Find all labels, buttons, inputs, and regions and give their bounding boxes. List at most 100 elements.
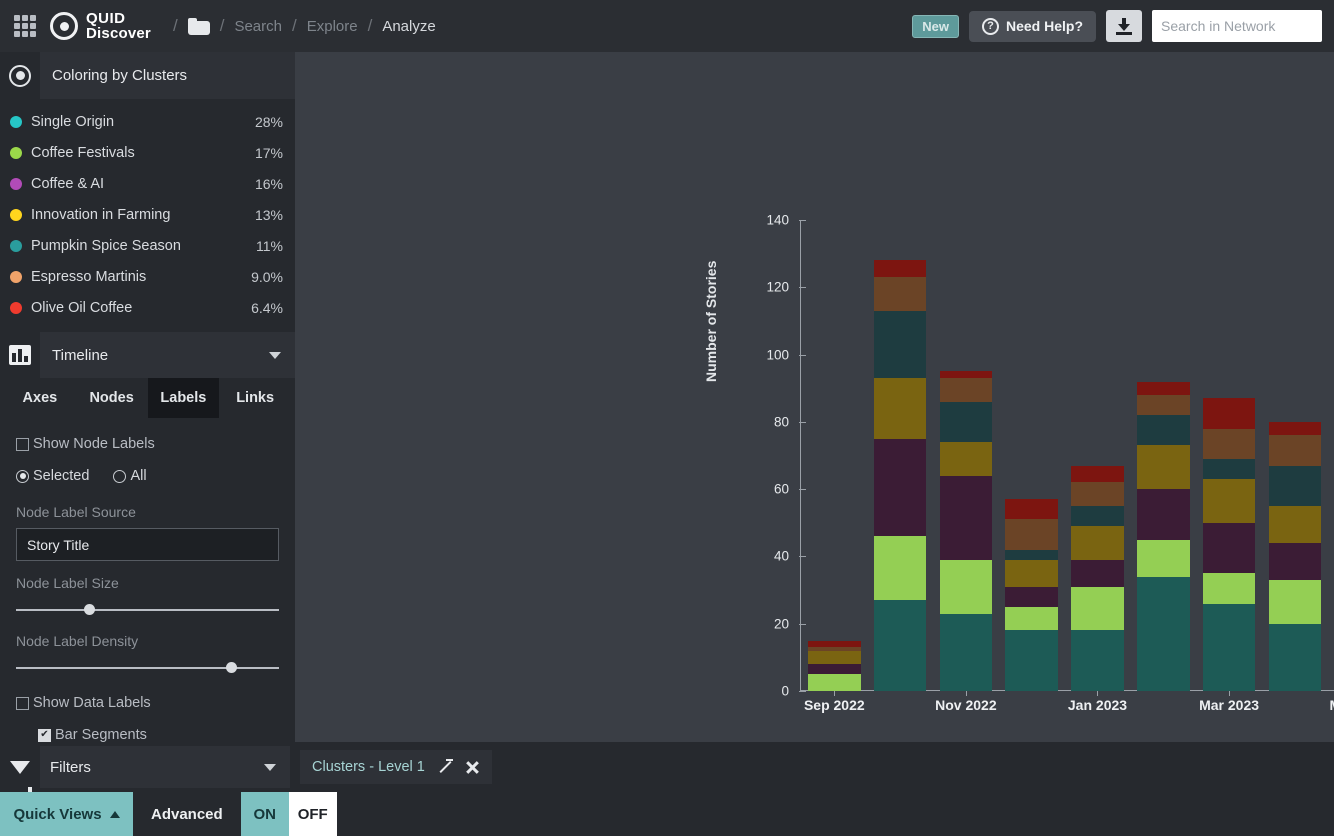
bar-segment[interactable]	[1071, 526, 1124, 560]
bar-column[interactable]	[1203, 398, 1256, 691]
bar-segment[interactable]	[1269, 422, 1322, 435]
bar-segment[interactable]	[1071, 482, 1124, 506]
bar-segment[interactable]	[1005, 560, 1058, 587]
bar-segment[interactable]	[874, 260, 927, 277]
bar-segment[interactable]	[874, 600, 927, 691]
toggle-on-button[interactable]: ON	[241, 792, 289, 836]
bar-segment[interactable]	[1269, 624, 1322, 691]
tab-axes[interactable]: Axes	[4, 378, 76, 418]
slider-knob[interactable]	[84, 604, 95, 615]
bar-column[interactable]	[1269, 422, 1322, 691]
bar-segments-checkbox[interactable]	[38, 729, 51, 742]
bar-segment[interactable]	[1005, 499, 1058, 519]
bar-segment[interactable]	[1071, 560, 1124, 587]
bar-column[interactable]	[808, 641, 861, 691]
view-selector[interactable]: Timeline	[0, 332, 295, 378]
show-node-labels-row[interactable]: Show Node Labels	[16, 436, 279, 452]
bar-segment[interactable]	[940, 402, 993, 442]
bar-segments-row[interactable]: Bar Segments	[38, 727, 279, 743]
filter-icon-button[interactable]	[0, 742, 40, 792]
bar-segment[interactable]	[1137, 445, 1190, 489]
node-label-source-input[interactable]	[16, 528, 279, 561]
bar-segment[interactable]	[1203, 429, 1256, 459]
bar-segment[interactable]	[1005, 630, 1058, 691]
breadcrumb-item-analyze[interactable]: Analyze	[382, 18, 435, 35]
bar-segment[interactable]	[1203, 459, 1256, 479]
show-data-labels-checkbox[interactable]	[16, 697, 29, 710]
bar-segment[interactable]	[808, 674, 861, 691]
legend-item[interactable]: Olive Oil Coffee6.4%	[0, 292, 295, 323]
quick-views-button[interactable]: Quick Views	[0, 792, 133, 836]
bar-segment[interactable]	[1269, 580, 1322, 624]
bar-segment[interactable]	[1269, 466, 1322, 506]
bar-segment[interactable]	[940, 476, 993, 560]
node-label-size-slider[interactable]	[16, 601, 279, 619]
quid-discover-logo[interactable]: QUID Discover	[50, 11, 151, 41]
bar-segment[interactable]	[1269, 435, 1322, 465]
clusters-chip[interactable]: Clusters - Level 1	[300, 750, 492, 784]
breadcrumb-item-explore[interactable]: Explore	[307, 18, 358, 35]
legend-item[interactable]: Innovation in Farming13%	[0, 199, 295, 230]
bar-segment[interactable]	[1203, 573, 1256, 603]
bar-segment[interactable]	[1203, 398, 1256, 428]
show-data-labels-row[interactable]: Show Data Labels	[16, 695, 279, 711]
bar-segment[interactable]	[1137, 382, 1190, 395]
tab-links[interactable]: Links	[219, 378, 291, 418]
bar-segment[interactable]	[874, 536, 927, 600]
breadcrumb-item-search[interactable]: Search	[234, 18, 282, 35]
bar-segment[interactable]	[1137, 540, 1190, 577]
chevron-down-icon[interactable]	[269, 352, 281, 359]
bar-segment[interactable]	[874, 277, 927, 311]
tab-nodes[interactable]: Nodes	[76, 378, 148, 418]
bar-segment[interactable]	[1005, 607, 1058, 631]
expand-icon[interactable]	[437, 759, 453, 775]
bar-segment[interactable]	[1203, 479, 1256, 523]
bar-column[interactable]	[1071, 466, 1124, 691]
folder-icon[interactable]	[188, 18, 210, 35]
advanced-button[interactable]: Advanced	[133, 792, 241, 836]
bar-segment[interactable]	[1269, 506, 1322, 543]
bar-segment[interactable]	[808, 641, 861, 648]
app-grid-icon[interactable]	[14, 15, 36, 37]
bar-segment[interactable]	[1005, 587, 1058, 607]
bar-segment[interactable]	[1137, 577, 1190, 691]
bar-segment[interactable]	[940, 614, 993, 691]
timeline-icon-button[interactable]	[0, 332, 40, 378]
bar-column[interactable]	[940, 371, 993, 691]
bar-segment[interactable]	[940, 371, 993, 378]
bar-segment[interactable]	[874, 439, 927, 537]
coloring-eye-button[interactable]	[0, 52, 40, 99]
bar-column[interactable]	[1137, 382, 1190, 692]
need-help-button[interactable]: ? Need Help?	[969, 11, 1096, 42]
bar-segment[interactable]	[874, 311, 927, 378]
legend-item[interactable]: Coffee Festivals17%	[0, 137, 295, 168]
radio-all-icon[interactable]	[113, 470, 126, 483]
bar-segment[interactable]	[808, 651, 861, 664]
download-button[interactable]	[1106, 10, 1142, 42]
bar-segment[interactable]	[1137, 395, 1190, 415]
bar-segment[interactable]	[1137, 415, 1190, 445]
bar-segment[interactable]	[1071, 506, 1124, 526]
close-icon[interactable]	[465, 760, 480, 775]
toggle-off-button[interactable]: OFF	[289, 792, 337, 836]
slider-knob[interactable]	[226, 662, 237, 673]
search-input[interactable]	[1152, 10, 1322, 42]
bar-segment[interactable]	[1137, 489, 1190, 539]
legend-item[interactable]: Pumpkin Spice Season11%	[0, 230, 295, 261]
bar-segment[interactable]	[1071, 630, 1124, 691]
bar-segment[interactable]	[808, 647, 861, 650]
legend-item[interactable]: Single Origin28%	[0, 106, 295, 137]
bar-segment[interactable]	[1203, 523, 1256, 573]
bar-column[interactable]	[1005, 499, 1058, 691]
bar-segment[interactable]	[1005, 519, 1058, 549]
node-label-density-slider[interactable]	[16, 659, 279, 677]
bar-segment[interactable]	[1005, 550, 1058, 560]
bar-segment[interactable]	[940, 378, 993, 402]
bar-segment[interactable]	[874, 378, 927, 439]
bar-segment[interactable]	[1269, 543, 1322, 580]
radio-selected-icon[interactable]	[16, 470, 29, 483]
tab-labels[interactable]: Labels	[148, 378, 220, 418]
legend-item[interactable]: Coffee & AI16%	[0, 168, 295, 199]
bar-segment[interactable]	[808, 664, 861, 674]
bar-column[interactable]	[874, 260, 927, 691]
